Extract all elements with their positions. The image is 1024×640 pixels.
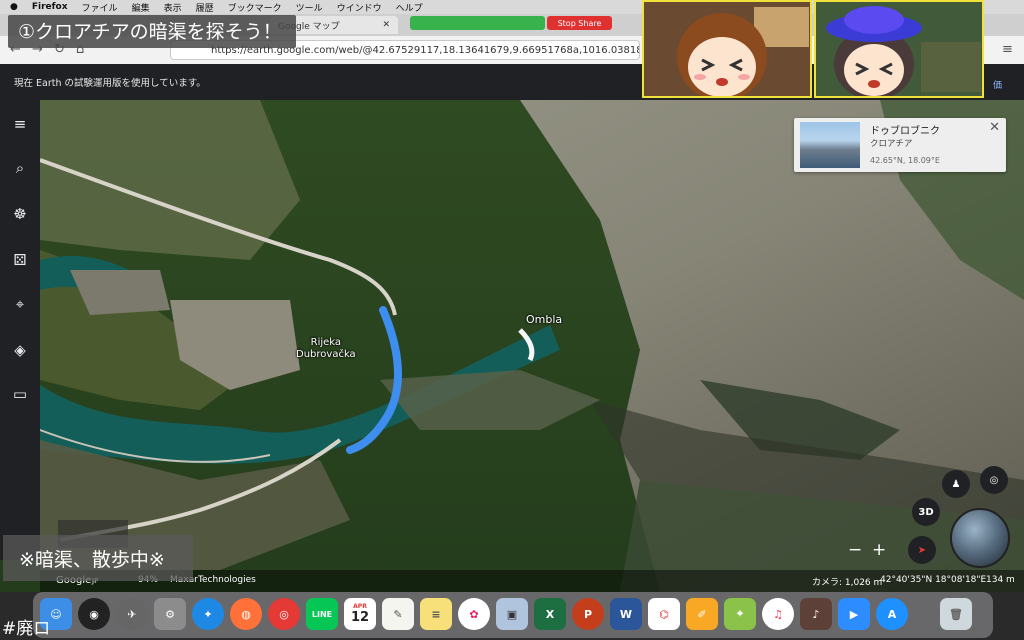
voyager-icon[interactable]: ☸ bbox=[10, 204, 30, 224]
place-country: クロアチア bbox=[870, 139, 913, 149]
pegman-icon[interactable]: ♟ bbox=[942, 470, 970, 498]
pages-icon[interactable]: ✐ bbox=[686, 598, 718, 630]
notice-link[interactable]: 価 bbox=[993, 78, 1002, 91]
notes-icon[interactable]: ≡ bbox=[420, 598, 452, 630]
elevation: 134 m bbox=[986, 575, 1015, 585]
zoom-out-button[interactable]: − bbox=[848, 540, 862, 560]
siri-icon[interactable]: ◉ bbox=[78, 598, 110, 630]
avatar-right bbox=[814, 0, 984, 98]
attribution-tech: Technologies bbox=[198, 575, 256, 585]
compass-icon[interactable]: ➤ bbox=[908, 536, 936, 564]
system-preferences-icon[interactable]: ⚙ bbox=[154, 598, 186, 630]
menu-edit[interactable]: 編集 bbox=[132, 1, 150, 14]
place-coords: 42.65°N, 18.09°E bbox=[870, 156, 940, 165]
menu-tools[interactable]: ツール bbox=[296, 1, 323, 14]
acrobat-icon[interactable]: ⌬ bbox=[648, 598, 680, 630]
excel-icon[interactable]: X bbox=[534, 598, 566, 630]
firefox-icon[interactable]: ◍ bbox=[230, 598, 262, 630]
ruler-icon[interactable]: ▭ bbox=[10, 384, 30, 404]
map-label-ombla: Ombla bbox=[526, 313, 563, 326]
locate-icon[interactable]: ◎ bbox=[980, 466, 1008, 494]
preview-icon[interactable]: ▣ bbox=[496, 598, 528, 630]
calendar-day: 12 bbox=[350, 610, 370, 625]
garageband-icon[interactable]: ♪ bbox=[800, 598, 832, 630]
calendar-icon[interactable]: APR 12 bbox=[344, 598, 376, 630]
menu-file[interactable]: ファイル bbox=[82, 1, 118, 14]
launchpad-icon[interactable]: ✈ bbox=[116, 598, 148, 630]
chrome-icon[interactable]: ◎ bbox=[268, 598, 300, 630]
pin-icon[interactable]: ⌖ bbox=[10, 294, 30, 314]
camera-altitude: カメラ: 1,026 m bbox=[812, 578, 883, 588]
avatar-right-drawing bbox=[816, 2, 982, 96]
zoom-icon[interactable]: ▶ bbox=[838, 598, 870, 630]
earth-sidebar: ≡ ⌕ ☸ ⚄ ⌖ ◈ ▭ bbox=[0, 100, 40, 560]
hashtag-overlay: #廃ロ bbox=[2, 619, 51, 639]
screen-share-indicator bbox=[410, 16, 545, 30]
place-card[interactable]: ドゥブロブニク クロアチア 42.65°N, 18.09°E ✕ bbox=[794, 118, 1006, 172]
avatar-left-drawing bbox=[644, 2, 810, 96]
search-icon[interactable]: ⌕ bbox=[10, 158, 30, 178]
tab-close-icon[interactable]: ✕ bbox=[382, 20, 390, 30]
menu-history[interactable]: 履歴 bbox=[196, 1, 214, 14]
dice-icon[interactable]: ⚄ bbox=[10, 250, 30, 270]
menu-window[interactable]: ウインドウ bbox=[337, 1, 382, 14]
bottom-caption: ※暗渠、散歩中※ bbox=[3, 535, 193, 581]
place-thumbnail bbox=[800, 122, 860, 168]
menu-icon[interactable]: ≡ bbox=[10, 114, 30, 134]
hamburger-menu-icon[interactable]: ≡ bbox=[1002, 42, 1013, 57]
maps-icon[interactable]: ⌖ bbox=[724, 598, 756, 630]
safari-icon[interactable]: ✦ bbox=[192, 598, 224, 630]
menu-help[interactable]: ヘルプ bbox=[396, 1, 423, 14]
place-name: ドゥブロブニク bbox=[870, 126, 940, 137]
apple-icon[interactable]: ● bbox=[10, 2, 18, 12]
textedit-icon[interactable]: ✎ bbox=[382, 598, 414, 630]
map-label-rijeka: Rijeka Dubrovačka bbox=[296, 337, 356, 360]
app-store-icon[interactable]: A bbox=[876, 598, 908, 630]
menu-bookmarks[interactable]: ブックマーク bbox=[228, 1, 282, 14]
photos-icon[interactable]: ✿ bbox=[458, 598, 490, 630]
3d-button[interactable]: 3D bbox=[912, 498, 940, 526]
zoom-in-button[interactable]: + bbox=[872, 540, 886, 560]
layers-icon[interactable]: ◈ bbox=[10, 340, 30, 360]
video-title-overlay: ①クロアチアの暗渠を探そう！ bbox=[8, 15, 296, 48]
close-icon[interactable]: ✕ bbox=[989, 120, 1000, 135]
calendar-month: APR bbox=[353, 603, 367, 610]
trash-icon[interactable]: 🗑 bbox=[940, 598, 972, 630]
line-icon[interactable]: LINE bbox=[306, 598, 338, 630]
music-icon[interactable]: ♫ bbox=[762, 598, 794, 630]
powerpoint-icon[interactable]: P bbox=[572, 598, 604, 630]
globe-icon[interactable] bbox=[950, 508, 1010, 568]
menu-app[interactable]: Firefox bbox=[32, 2, 68, 12]
earth-map-view[interactable] bbox=[0, 100, 1024, 592]
stop-share-button[interactable]: Stop Share bbox=[547, 16, 612, 30]
menu-view[interactable]: 表示 bbox=[164, 1, 182, 14]
cursor-coords: 42°40'35"N 18°08'18"E bbox=[880, 575, 987, 585]
word-icon[interactable]: W bbox=[610, 598, 642, 630]
avatar-left bbox=[642, 0, 812, 98]
satellite-imagery bbox=[0, 100, 1024, 592]
